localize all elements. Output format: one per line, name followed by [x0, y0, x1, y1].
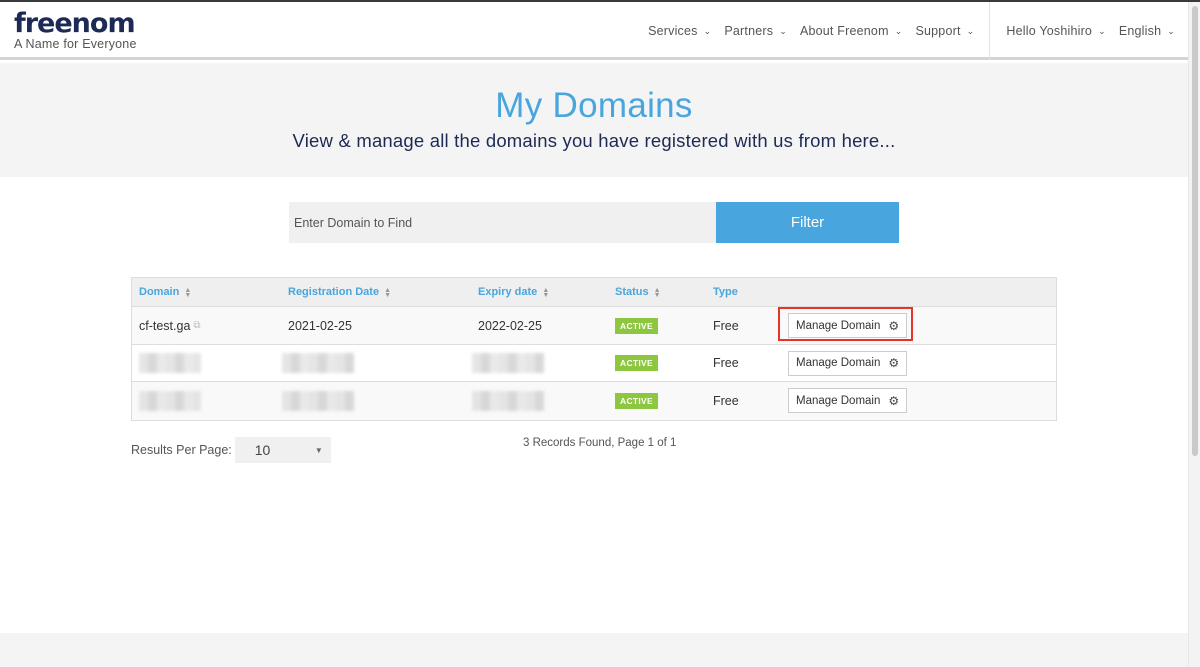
- redacted-date: [472, 353, 544, 373]
- chevron-down-icon: ⌄: [779, 25, 787, 36]
- status-cell: ACTIVE: [615, 307, 658, 344]
- column-header-label: Registration Date: [288, 286, 380, 298]
- table-row: ACTIVE Free Manage Domain ⚙: [132, 345, 1056, 382]
- filter-button[interactable]: Filter: [716, 202, 899, 243]
- records-summary: 3 Records Found, Page 1 of 1: [523, 437, 677, 449]
- nav-about-label: About Freenom: [799, 24, 889, 38]
- results-per-page-value: 10: [254, 442, 271, 458]
- status-cell: ACTIVE: [615, 345, 658, 382]
- freenom-logo[interactable]: freenom A Name for Everyone: [14, 8, 137, 52]
- column-header-status[interactable]: Status ▲ ▼: [615, 278, 661, 307]
- domain-filter: Filter: [289, 202, 899, 243]
- page-scrollbar[interactable]: [1188, 2, 1200, 667]
- domain-search-input[interactable]: [289, 202, 716, 243]
- page-hero: My Domains View & manage all the domains…: [0, 63, 1188, 177]
- nav-divider: [989, 2, 991, 60]
- domains-table: Domain ▲ ▼ Registration Date ▲ ▼ Expiry da…: [131, 277, 1057, 421]
- manage-domain-button[interactable]: Manage Domain ⚙: [788, 388, 908, 413]
- external-link-icon[interactable]: ⧉: [193, 320, 200, 331]
- type-cell: Free: [713, 318, 739, 333]
- manage-domain-label: Manage Domain: [796, 357, 881, 369]
- domain-link[interactable]: cf-test.ga: [139, 319, 190, 333]
- nav-services-label: Services: [648, 24, 698, 38]
- nav-support-label: Support: [915, 24, 961, 38]
- logo-tagline: A Name for Everyone: [14, 37, 137, 51]
- gear-icon: ⚙: [888, 356, 900, 370]
- sort-icon: ▲ ▼: [542, 286, 550, 299]
- registration-date-cell: 2021-02-25: [288, 318, 352, 333]
- page-footer: [0, 633, 1188, 667]
- scrollbar-thumb[interactable]: [1192, 6, 1198, 456]
- status-badge: ACTIVE: [615, 392, 658, 409]
- table-row: ACTIVE Free Manage Domain ⚙: [132, 382, 1056, 420]
- domain-cell: cf-test.ga ⧉: [139, 307, 201, 344]
- chevron-down-icon: ⌄: [966, 25, 975, 36]
- column-header-label: Expiry date: [478, 286, 538, 298]
- caret-down-icon: ▼: [314, 445, 323, 455]
- column-header-registration-date[interactable]: Registration Date ▲ ▼: [288, 278, 391, 307]
- nav-partners-label: Partners: [724, 24, 774, 38]
- nav-support[interactable]: Support ⌄: [915, 24, 974, 38]
- sort-icon: ▲ ▼: [184, 286, 192, 299]
- results-per-page: Results Per Page: 10 ▼: [131, 437, 331, 463]
- user-menu[interactable]: Hello Yoshihiro ⌄: [1006, 24, 1105, 38]
- nav-about[interactable]: About Freenom ⌄: [800, 24, 903, 38]
- chevron-down-icon: ⌄: [1098, 25, 1106, 36]
- expiry-date-cell: 2022-02-25: [478, 318, 542, 333]
- redacted-domain: [139, 353, 201, 373]
- chevron-down-icon: ⌄: [894, 25, 903, 36]
- expiry-date-cell: [472, 382, 544, 419]
- page-title: My Domains: [495, 86, 693, 125]
- manage-domain-button[interactable]: Manage Domain ⚙: [788, 350, 908, 376]
- nav-partners[interactable]: Partners ⌄: [724, 24, 787, 38]
- page-subtitle: View & manage all the domains you have r…: [292, 130, 896, 151]
- nav-services[interactable]: Services ⌄: [648, 24, 711, 38]
- results-per-page-label: Results Per Page:: [131, 443, 232, 457]
- results-per-page-select[interactable]: 10 ▼: [234, 437, 331, 463]
- status-badge: ACTIVE: [615, 317, 658, 334]
- domain-cell: [139, 382, 201, 419]
- column-header-label: Status: [615, 286, 649, 298]
- column-header-type: Type: [713, 278, 738, 307]
- sort-icon: ▲ ▼: [653, 286, 661, 299]
- chevron-down-icon: ⌄: [703, 25, 712, 36]
- column-header-expiry-date[interactable]: Expiry date ▲ ▼: [478, 278, 549, 307]
- language-menu[interactable]: English ⌄: [1119, 24, 1175, 38]
- highlight-box: [778, 307, 913, 341]
- manage-domain-label: Manage Domain: [796, 394, 881, 407]
- column-header-label: Domain: [139, 286, 180, 298]
- column-header-domain[interactable]: Domain ▲ ▼: [139, 278, 191, 307]
- chevron-down-icon: ⌄: [1167, 25, 1175, 36]
- main-nav: Services ⌄ Partners ⌄ About Freenom ⌄ Su…: [648, 2, 1188, 60]
- site-header: freenom A Name for Everyone Services ⌄ P…: [0, 2, 1188, 60]
- status-badge: ACTIVE: [615, 355, 658, 371]
- language-label: English: [1118, 24, 1162, 38]
- status-cell: ACTIVE: [615, 382, 658, 419]
- logo-wordmark: freenom: [14, 8, 136, 39]
- type-cell: Free: [713, 393, 739, 408]
- registration-date-cell: [282, 345, 354, 382]
- redacted-date: [282, 390, 354, 411]
- type-cell: Free: [713, 356, 739, 370]
- user-greeting: Hello Yoshihiro: [1006, 24, 1093, 38]
- redacted-domain: [139, 390, 201, 411]
- table-row: cf-test.ga ⧉ 2021-02-25 2022-02-25 ACTIV…: [132, 307, 1056, 345]
- table-header: Domain ▲ ▼ Registration Date ▲ ▼ Expiry da…: [132, 278, 1056, 307]
- domain-cell: [139, 345, 201, 382]
- redacted-date: [472, 390, 544, 411]
- sort-icon: ▲ ▼: [384, 286, 392, 299]
- column-header-label: Type: [713, 286, 738, 298]
- expiry-date-cell: [472, 345, 544, 382]
- gear-icon: ⚙: [888, 393, 900, 408]
- registration-date-cell: [282, 382, 354, 419]
- redacted-date: [282, 353, 354, 373]
